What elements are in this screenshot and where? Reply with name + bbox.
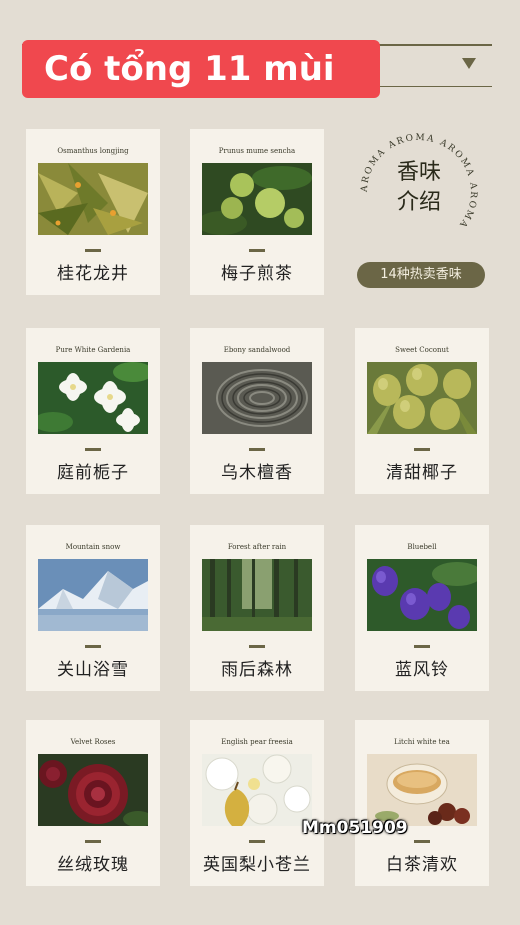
scent-name-cn: 英国梨小苍兰 bbox=[203, 855, 311, 875]
scent-name-en: Sweet Coconut bbox=[395, 346, 449, 354]
divider bbox=[249, 249, 265, 252]
scent-name-en: Forest after rain bbox=[227, 543, 287, 551]
caret-down-icon bbox=[462, 58, 476, 69]
forest-image bbox=[202, 559, 312, 631]
divider bbox=[85, 840, 101, 843]
scent-name-cn: 桂花龙井 bbox=[57, 264, 129, 284]
scent-name-cn: 关山浴雪 bbox=[57, 660, 129, 680]
divider bbox=[85, 448, 101, 451]
scent-card: Prunus mume sencha 梅子煎茶 bbox=[190, 129, 324, 295]
pear-freesia-image bbox=[202, 754, 312, 826]
divider bbox=[85, 645, 101, 648]
scent-name-en: English pear freesia bbox=[221, 738, 293, 746]
page-title: Có tổng 11 mùi bbox=[22, 40, 380, 98]
divider bbox=[249, 448, 265, 451]
scent-card: Sweet Coconut 清甜椰子 bbox=[355, 328, 489, 494]
divider bbox=[414, 840, 430, 843]
scent-name-cn: 丝绒玫瑰 bbox=[57, 855, 129, 875]
scent-name-en: Pure White Gardenia bbox=[55, 346, 131, 354]
scent-name-en: Prunus mume sencha bbox=[218, 147, 296, 155]
tea-leaves-image bbox=[38, 163, 148, 235]
divider bbox=[414, 645, 430, 648]
scent-name-en: Ebony sandalwood bbox=[223, 346, 291, 354]
scent-name-cn: 雨后森林 bbox=[221, 660, 293, 680]
aroma-title-line2: 介绍 bbox=[396, 190, 441, 215]
divider bbox=[414, 448, 430, 451]
scent-card: English pear freesia 英国梨小苍兰 bbox=[190, 720, 324, 886]
scent-card: Forest after rain 雨后森林 bbox=[190, 525, 324, 691]
snow-mountain-image bbox=[38, 559, 148, 631]
roses-image bbox=[38, 754, 148, 826]
green-plums-image bbox=[202, 163, 312, 235]
hot-scents-badge: 14种热卖香味 bbox=[357, 262, 485, 288]
aroma-title-line1: 香味 bbox=[396, 160, 441, 185]
scent-name-en: Osmanthus longjing bbox=[57, 147, 129, 155]
wood-grain-image bbox=[202, 362, 312, 434]
scent-name-cn: 庭前栀子 bbox=[57, 463, 129, 483]
scent-name-en: Litchi white tea bbox=[394, 738, 450, 746]
scent-name-en: Velvet Roses bbox=[70, 738, 116, 746]
scent-name-en: Bluebell bbox=[407, 543, 437, 551]
scent-name-cn: 清甜椰子 bbox=[386, 463, 458, 483]
watermark: Mm051909 bbox=[302, 818, 408, 838]
divider bbox=[249, 645, 265, 648]
scent-name-cn: 梅子煎茶 bbox=[221, 264, 293, 284]
aroma-emblem: AROMA AROMA AROMA AROMA 香味 介绍 bbox=[355, 128, 483, 256]
scent-card: Pure White Gardenia 庭前栀子 bbox=[26, 328, 160, 494]
coconuts-image bbox=[367, 362, 477, 434]
scent-card: Litchi white tea 白茶清欢 bbox=[355, 720, 489, 886]
scent-name-en: Mountain snow bbox=[65, 543, 121, 551]
divider bbox=[85, 249, 101, 252]
scent-name-cn: 乌木檀香 bbox=[221, 463, 293, 483]
header-rule-lower bbox=[370, 86, 492, 87]
scent-name-cn: 白茶清欢 bbox=[386, 855, 458, 875]
scent-card: Velvet Roses 丝绒玫瑰 bbox=[26, 720, 160, 886]
scent-card: Ebony sandalwood 乌木檀香 bbox=[190, 328, 324, 494]
gardenia-image bbox=[38, 362, 148, 434]
bluebell-image bbox=[367, 559, 477, 631]
divider bbox=[249, 840, 265, 843]
scent-name-cn: 蓝风铃 bbox=[395, 660, 449, 680]
scent-card: Osmanthus longjing 桂花龙井 bbox=[26, 129, 160, 295]
scent-card: Mountain snow 关山浴雪 bbox=[26, 525, 160, 691]
white-tea-image bbox=[367, 754, 477, 826]
scent-card: Bluebell 蓝风铃 bbox=[355, 525, 489, 691]
